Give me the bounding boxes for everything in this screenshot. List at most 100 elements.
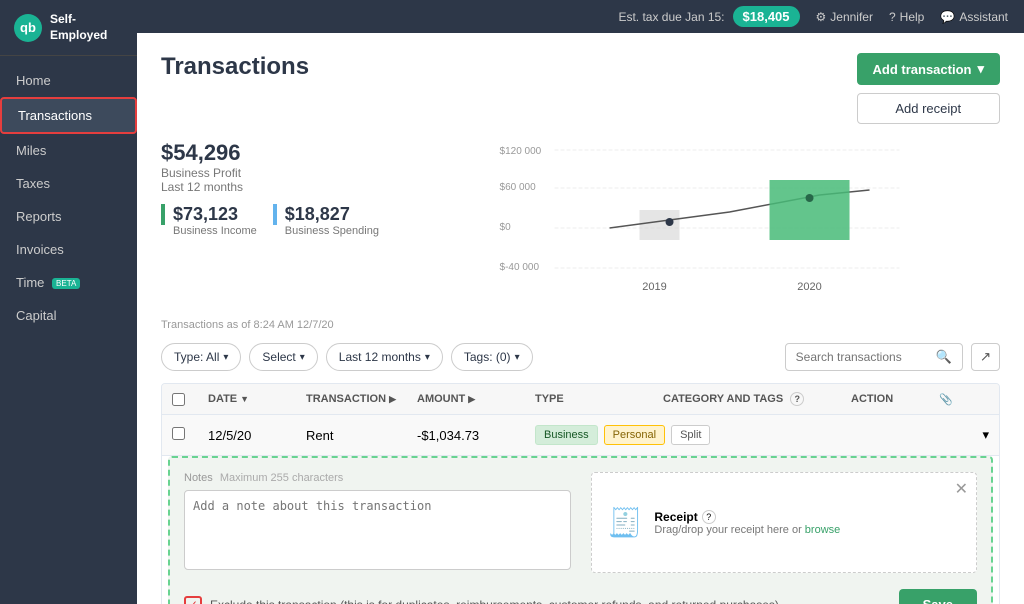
search-input[interactable]: [796, 350, 936, 364]
header-transaction[interactable]: TRANSACTION ▶: [306, 393, 409, 405]
date-range-label: Last 12 months: [339, 350, 421, 364]
export-icon: ↗: [980, 349, 991, 364]
summary-main: $54,296 Business Profit Last 12 months: [161, 140, 379, 194]
notes-max: Maximum 255 characters: [220, 472, 344, 484]
exclude-left: ✓ Exclude this transaction (this is for …: [184, 596, 779, 604]
browse-link[interactable]: browse: [805, 524, 840, 536]
beta-badge: BETA: [52, 278, 80, 289]
spending-amount: $18,827: [273, 204, 379, 225]
category-help-icon[interactable]: ?: [790, 392, 804, 406]
timestamp: Transactions as of 8:24 AM 12/7/20: [161, 319, 1000, 331]
close-button[interactable]: ✕: [955, 479, 968, 499]
amount-sort-icon: ▶: [468, 394, 475, 405]
header-amount[interactable]: AMOUNT ▶: [417, 393, 527, 405]
type-filter[interactable]: Type: All ▾: [161, 343, 241, 371]
sidebar-item-invoices[interactable]: Invoices: [0, 233, 137, 266]
assistant-menu[interactable]: 💬 Assistant: [940, 10, 1008, 24]
sidebar-item-reports[interactable]: Reports: [0, 200, 137, 233]
gear-icon: ⚙: [816, 10, 827, 24]
add-receipt-button[interactable]: Add receipt: [857, 93, 1001, 124]
jennifer-menu[interactable]: ⚙ Jennifer: [816, 10, 873, 24]
row-transaction-name: Rent: [306, 428, 409, 443]
row-checkbox[interactable]: [172, 427, 185, 440]
tax-amount: $18,405: [733, 6, 800, 27]
personal-tag[interactable]: Personal: [604, 425, 665, 445]
receipt-section: 🧾 Receipt ? Drag/drop your receipt here …: [591, 472, 978, 573]
receipt-help-icon[interactable]: ?: [702, 510, 716, 524]
sidebar-item-taxes[interactable]: Taxes: [0, 167, 137, 200]
expanded-detail-top: Notes Maximum 255 characters 🧾 Receipt: [184, 472, 977, 573]
tags-filter[interactable]: Tags: (0) ▾: [451, 343, 533, 371]
exclude-checkbox[interactable]: ✓: [184, 596, 202, 604]
paperclip-icon: 📎: [939, 393, 953, 406]
tax-label: Est. tax due Jan 15:: [618, 10, 724, 24]
summary-section: $54,296 Business Profit Last 12 months $…: [161, 140, 1000, 303]
main-content: Est. tax due Jan 15: $18,405 ⚙ Jennifer …: [137, 0, 1024, 604]
receipt-icon: 🧾: [608, 506, 643, 539]
spending-label: Business Spending: [273, 225, 379, 237]
tags-filter-label: Tags: (0): [464, 350, 511, 364]
business-tag[interactable]: Business: [535, 425, 598, 445]
expanded-detail: Notes Maximum 255 characters 🧾 Receipt: [168, 456, 993, 604]
receipt-desc: Drag/drop your receipt here or browse: [654, 524, 840, 536]
notes-label: Notes Maximum 255 characters: [184, 472, 571, 484]
help-icon: ?: [889, 10, 896, 24]
save-button[interactable]: Save: [899, 589, 977, 604]
tax-estimate: Est. tax due Jan 15: $18,405: [618, 6, 799, 27]
jennifer-label: Jennifer: [830, 10, 873, 24]
header-date[interactable]: DATE ▼: [208, 393, 298, 405]
transaction-sort-icon: ▶: [389, 394, 396, 405]
row-checkbox-cell[interactable]: [172, 427, 200, 443]
sidebar-item-transactions[interactable]: Transactions: [0, 97, 137, 134]
row-amount: -$1,034.73: [417, 428, 527, 443]
select-chevron-icon: ▾: [300, 352, 305, 363]
main-profit-label2: Last 12 months: [161, 180, 379, 194]
row-expand-icon[interactable]: ▾: [939, 427, 989, 443]
assistant-label: Assistant: [959, 10, 1008, 24]
notes-textarea[interactable]: [184, 490, 571, 570]
header-buttons: Add transaction ▾ Add receipt: [857, 53, 1001, 124]
sidebar-item-capital[interactable]: Capital: [0, 299, 137, 332]
help-label: Help: [900, 10, 925, 24]
app-logo-icon: qb: [14, 14, 42, 42]
table-header: DATE ▼ TRANSACTION ▶ AMOUNT ▶ TYPE CATEG…: [162, 384, 999, 415]
filter-bar: Type: All ▾ Select ▾ Last 12 months ▾ Ta…: [161, 343, 1000, 371]
date-range-filter[interactable]: Last 12 months ▾: [326, 343, 443, 371]
summary-sub: $73,123 Business Income $18,827 Business…: [161, 204, 379, 237]
sidebar: qb Self-Employed Home Transactions Miles…: [0, 0, 137, 604]
header-action: ACTION: [851, 393, 931, 405]
select-all-checkbox[interactable]: [172, 393, 185, 406]
select-filter-label: Select: [262, 350, 295, 364]
sidebar-nav: Home Transactions Miles Taxes Reports In…: [0, 56, 137, 604]
svg-text:2019: 2019: [642, 281, 666, 293]
export-button[interactable]: ↗: [971, 343, 1000, 371]
add-transaction-button[interactable]: Add transaction ▾: [857, 53, 1001, 85]
content-area: Transactions Add transaction ▾ Add recei…: [137, 33, 1024, 604]
search-box[interactable]: 🔍: [785, 343, 963, 371]
receipt-info: Receipt ? Drag/drop your receipt here or…: [654, 510, 840, 536]
transaction-row-rent[interactable]: 12/5/20 Rent -$1,034.73 Business Persona…: [162, 415, 999, 456]
sidebar-item-time[interactable]: Time BETA: [0, 266, 137, 299]
split-tag[interactable]: Split: [671, 425, 710, 445]
sidebar-logo: qb Self-Employed: [0, 0, 137, 56]
income-label: Business Income: [161, 225, 257, 237]
svg-text:$120 000: $120 000: [499, 146, 541, 157]
sidebar-item-home[interactable]: Home: [0, 64, 137, 97]
page-title: Transactions: [161, 53, 309, 81]
tags-chevron-icon: ▾: [515, 352, 520, 363]
help-menu[interactable]: ? Help: [889, 10, 924, 24]
sidebar-item-miles[interactable]: Miles: [0, 134, 137, 167]
exclude-row: ✓ Exclude this transaction (this is for …: [184, 589, 977, 604]
logo-initials: qb: [20, 20, 36, 35]
date-sort-icon: ▼: [240, 394, 249, 404]
select-filter[interactable]: Select ▾: [249, 343, 317, 371]
receipt-label: Receipt: [654, 510, 697, 524]
date-chevron-icon: ▾: [425, 352, 430, 363]
app-name: Self-Employed: [50, 12, 123, 43]
header-checkbox[interactable]: [172, 393, 200, 406]
assistant-icon: 💬: [940, 10, 955, 24]
income-card: $73,123 Business Income: [161, 204, 257, 237]
row-type-tags: Business Personal Split: [535, 425, 655, 445]
main-profit-label1: Business Profit: [161, 166, 379, 180]
type-filter-label: Type: All: [174, 350, 219, 364]
